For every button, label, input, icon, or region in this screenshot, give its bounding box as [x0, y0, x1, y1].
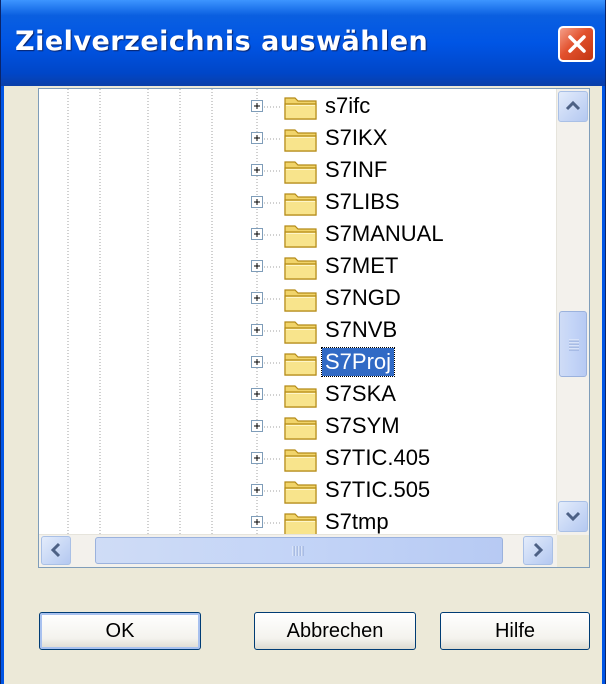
folder-icon [284, 513, 317, 536]
select-folder-dialog: Zielverzeichnis auswählen s7ifc S7IKX S7IN… [0, 0, 606, 684]
tree-connector [264, 362, 282, 364]
tree-connector [264, 138, 282, 140]
horizontal-scroll-thumb[interactable] [95, 537, 503, 564]
grip-icon [292, 546, 304, 556]
tree-item[interactable]: S7MET [39, 251, 559, 283]
chevron-right-icon [533, 542, 544, 558]
expand-plus-icon[interactable] [251, 196, 263, 208]
cancel-button[interactable]: Abbrechen [254, 612, 416, 650]
tree-item-label: S7NVB [325, 317, 398, 342]
tree-item-label: S7TIC.505 [325, 477, 431, 502]
tree-item[interactable]: S7TIC.505 [39, 475, 559, 507]
dialog-body: s7ifc S7IKX S7INF S7LIBS S7MANUAL S7MET S7NGD S… [1, 86, 605, 684]
expand-plus-icon[interactable] [251, 164, 263, 176]
tree-item[interactable]: S7SYM [39, 411, 559, 443]
tree-item[interactable]: S7NVB [39, 315, 559, 347]
tree-connector [264, 522, 282, 524]
close-icon [568, 35, 586, 53]
tree-item-label: s7ifc [325, 93, 371, 118]
expand-plus-icon[interactable] [251, 260, 263, 272]
folder-icon [284, 449, 317, 472]
tree-item[interactable]: S7MANUAL [39, 219, 559, 251]
chevron-down-icon [565, 511, 581, 522]
title-bar[interactable]: Zielverzeichnis auswählen [1, 0, 605, 86]
scroll-right-button[interactable] [523, 536, 553, 565]
tree-item-label: S7INF [325, 157, 388, 182]
tree-item-label: S7MANUAL [325, 221, 444, 246]
tree-connector [264, 170, 282, 172]
scroll-up-button[interactable] [558, 91, 588, 122]
vertical-scrollbar[interactable] [556, 89, 589, 535]
tree-item[interactable]: S7TIC.405 [39, 443, 559, 475]
expand-plus-icon[interactable] [251, 324, 263, 336]
folder-icon [284, 385, 317, 408]
ok-button[interactable]: OK [39, 612, 201, 650]
tree-item-label: S7SKA [325, 381, 396, 406]
tree-item-label: S7SYM [325, 413, 400, 438]
tree-connector [264, 330, 282, 332]
folder-icon [284, 161, 317, 184]
expand-plus-icon[interactable] [251, 292, 263, 304]
tree-item-label: S7NGD [325, 285, 401, 310]
folder-icon [284, 225, 317, 248]
tree-item[interactable]: S7NGD [39, 283, 559, 315]
expand-plus-icon[interactable] [251, 228, 263, 240]
button-row: OK Abbrechen Hilfe [4, 612, 602, 652]
folder-icon [284, 417, 317, 440]
horizontal-scrollbar[interactable] [39, 534, 557, 567]
chevron-left-icon [50, 542, 61, 558]
folder-icon [284, 481, 317, 504]
tree-item-label: S7tmp [325, 509, 389, 534]
scroll-down-button[interactable] [558, 501, 588, 532]
expand-plus-icon[interactable] [251, 484, 263, 496]
close-button[interactable] [558, 26, 595, 62]
folder-icon [284, 353, 317, 376]
folder-icon [284, 289, 317, 312]
tree-connector [264, 394, 282, 396]
tree-item[interactable]: S7LIBS [39, 187, 559, 219]
tree-item-label: S7MET [325, 253, 399, 278]
tree-connector [264, 106, 282, 108]
tree-connector [264, 458, 282, 460]
folder-tree[interactable]: s7ifc S7IKX S7INF S7LIBS S7MANUAL S7MET S7NGD S… [38, 88, 590, 568]
tree-item[interactable]: s7ifc [39, 91, 559, 123]
tree-item-label: S7Proj [320, 347, 396, 377]
folder-icon [284, 321, 317, 344]
grip-icon [569, 339, 579, 351]
expand-plus-icon[interactable] [251, 356, 263, 368]
help-button[interactable]: Hilfe [440, 612, 590, 650]
expand-plus-icon[interactable] [251, 132, 263, 144]
tree-connector [264, 266, 282, 268]
tree-connector [264, 298, 282, 300]
tree-item[interactable]: S7Proj [39, 347, 559, 379]
tree-connector [264, 234, 282, 236]
tree-item[interactable]: S7SKA [39, 379, 559, 411]
tree-item-label: S7TIC.405 [325, 445, 431, 470]
chevron-up-icon [565, 100, 581, 111]
tree-connector [264, 490, 282, 492]
vertical-scroll-thumb[interactable] [559, 311, 587, 377]
tree-item-label: S7LIBS [325, 189, 400, 214]
folder-icon [284, 257, 317, 280]
tree-item-label: S7IKX [325, 125, 388, 150]
expand-plus-icon[interactable] [251, 516, 263, 528]
expand-plus-icon[interactable] [251, 452, 263, 464]
folder-icon [284, 129, 317, 152]
tree-item[interactable]: S7INF [39, 155, 559, 187]
folder-icon [284, 193, 317, 216]
scrollbar-corner [557, 535, 589, 567]
expand-plus-icon[interactable] [251, 388, 263, 400]
tree-connector [264, 202, 282, 204]
tree-item[interactable]: S7IKX [39, 123, 559, 155]
expand-plus-icon[interactable] [251, 420, 263, 432]
dialog-title: Zielverzeichnis auswählen [15, 26, 429, 57]
scroll-left-button[interactable] [41, 536, 71, 565]
expand-plus-icon[interactable] [251, 100, 263, 112]
tree-connector [264, 426, 282, 428]
folder-icon [284, 97, 317, 120]
